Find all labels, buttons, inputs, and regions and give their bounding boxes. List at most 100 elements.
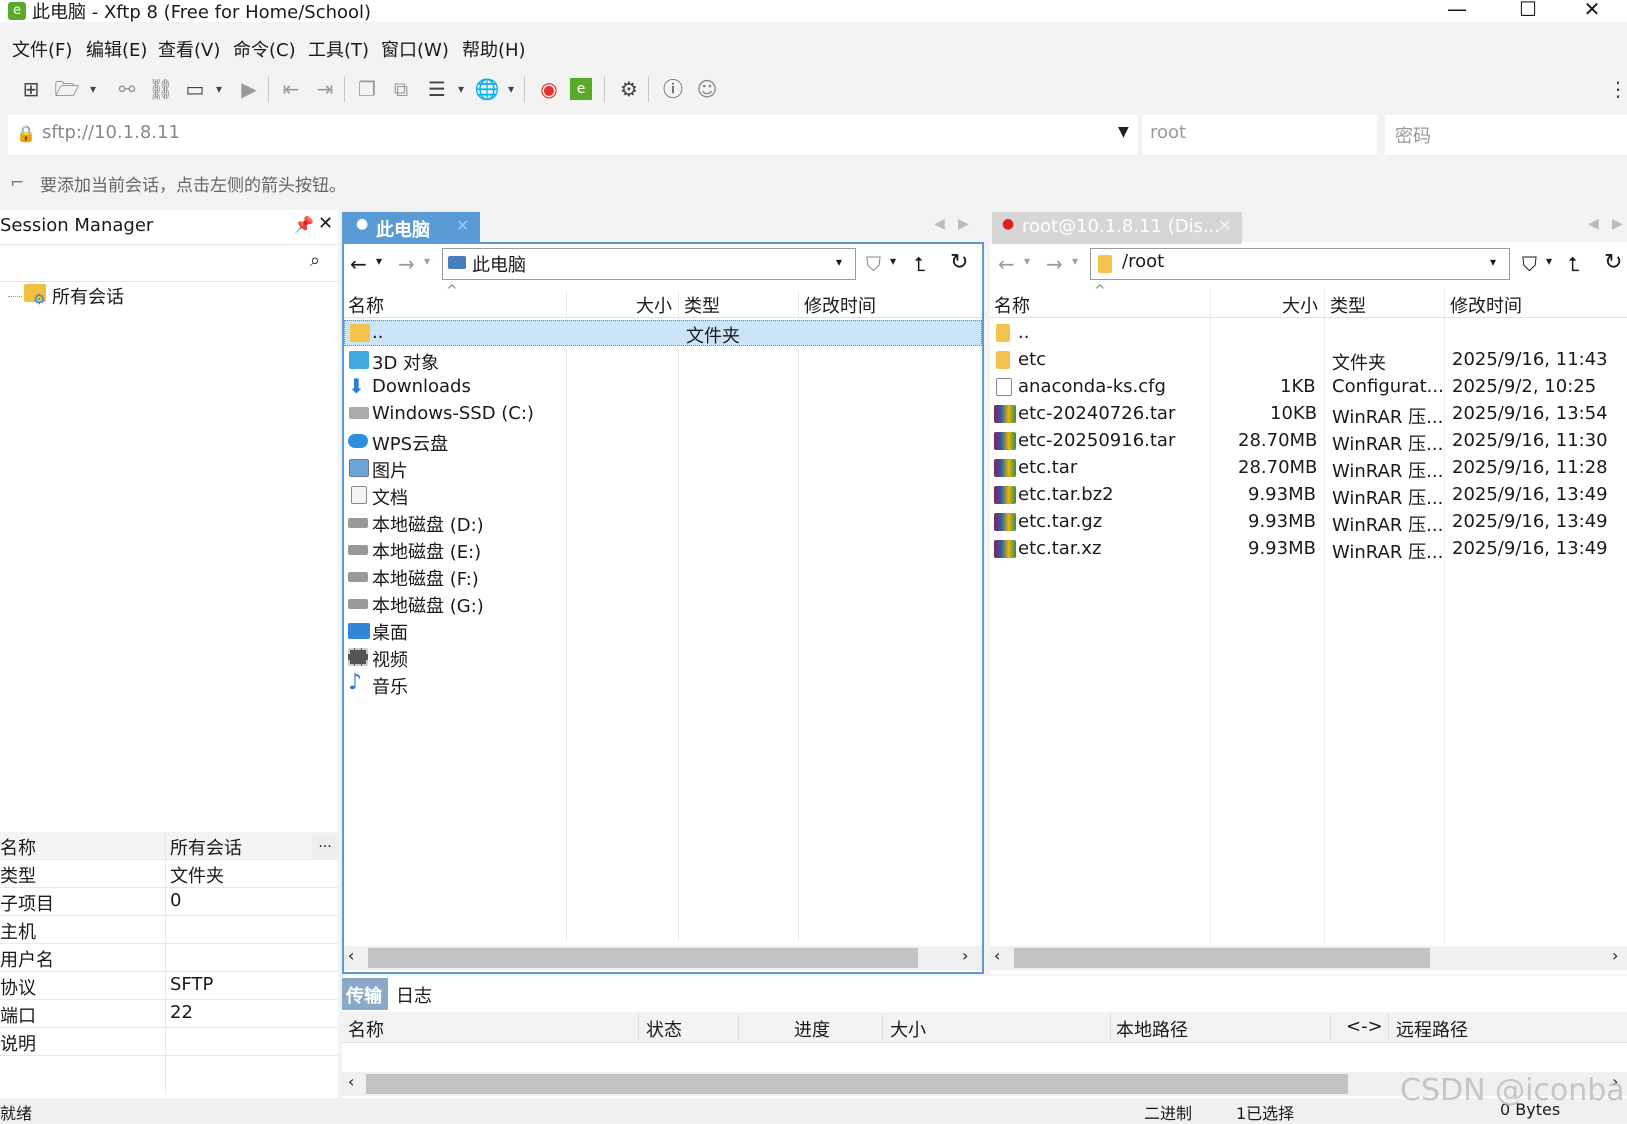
scrollbar-thumb[interactable] xyxy=(366,1074,1348,1094)
list-item[interactable]: 本地磁盘 (E:) xyxy=(372,538,481,564)
menu-edit[interactable]: 编辑(E) xyxy=(86,36,147,62)
table-row-selected[interactable] xyxy=(344,320,982,346)
column-name[interactable]: 名称 xyxy=(348,292,384,318)
play-icon[interactable]: ▶ xyxy=(236,76,262,102)
column-size[interactable]: 大小 xyxy=(1282,292,1318,318)
menu-window[interactable]: 窗口(W) xyxy=(381,36,449,62)
chevron-down-icon[interactable]: ▾ xyxy=(498,76,524,102)
chevron-down-icon[interactable]: ▾ xyxy=(1024,254,1030,268)
menu-tools[interactable]: 工具(T) xyxy=(308,36,369,62)
close-tab-icon[interactable]: ✕ xyxy=(1218,216,1231,235)
list-item[interactable]: Windows-SSD (C:) xyxy=(372,403,534,424)
help-icon[interactable]: ⓘ xyxy=(660,76,686,102)
new-folder-icon[interactable]: ⧉ xyxy=(388,76,414,102)
transfer-column-direction[interactable]: <-> xyxy=(1346,1016,1383,1037)
transfer-column-remote-path[interactable]: 远程路径 xyxy=(1396,1016,1468,1042)
chevron-down-icon[interactable]: ▾ xyxy=(80,76,106,102)
scroll-left-icon[interactable]: ‹ xyxy=(348,1072,354,1091)
copy-icon[interactable]: ❐ xyxy=(354,76,380,102)
menu-command[interactable]: 命令(C) xyxy=(233,36,296,62)
close-icon[interactable]: ✕ xyxy=(318,213,333,234)
chevron-down-icon[interactable]: ▾ xyxy=(424,254,430,268)
transfer-column-size[interactable]: 大小 xyxy=(890,1016,926,1042)
column-mtime[interactable]: 修改时间 xyxy=(1450,292,1522,318)
column-name[interactable]: 名称 xyxy=(994,292,1030,318)
session-search-input[interactable] xyxy=(0,244,338,282)
transfer-column-status[interactable]: 状态 xyxy=(646,1016,682,1042)
xftp-icon[interactable]: e xyxy=(570,78,592,100)
menu-view[interactable]: 查看(V) xyxy=(158,36,220,62)
link-icon[interactable]: ⛓ xyxy=(148,76,174,102)
forward-icon[interactable]: → xyxy=(398,252,415,276)
open-session-icon[interactable]: 🗁 xyxy=(54,76,80,102)
bookmark-icon[interactable]: ⛉ xyxy=(1522,252,1537,276)
parent-folder-icon[interactable]: ⮤ xyxy=(914,252,926,276)
refresh-icon[interactable]: ↻ xyxy=(950,250,968,275)
list-item[interactable]: 视频 xyxy=(372,646,408,672)
bookmark-icon[interactable]: ⛉ xyxy=(866,252,881,276)
tab-scroll-right-icon[interactable]: ▶ xyxy=(1612,216,1623,232)
chat-icon[interactable]: ☺ xyxy=(694,76,720,102)
new-window-icon[interactable]: ▭ xyxy=(182,76,208,102)
chevron-down-icon[interactable]: ▼ xyxy=(1118,124,1129,140)
chevron-down-icon[interactable]: ▾ xyxy=(836,255,842,269)
chevron-down-icon[interactable]: ▾ xyxy=(1546,254,1552,268)
file-name[interactable]: etc-20240726.tar xyxy=(1018,403,1175,424)
list-item[interactable]: 桌面 xyxy=(372,619,408,645)
list-item[interactable]: 本地磁盘 (D:) xyxy=(372,511,484,537)
back-icon[interactable]: ← xyxy=(998,252,1015,276)
list-item[interactable]: 本地磁盘 (F:) xyxy=(372,565,479,591)
list-view-icon[interactable]: ☰ xyxy=(424,76,450,102)
scrollbar-thumb[interactable] xyxy=(1014,948,1430,968)
list-item[interactable]: 图片 xyxy=(372,457,408,483)
more-button[interactable]: ... xyxy=(312,835,338,860)
globe-icon[interactable]: 🌐 xyxy=(474,76,500,102)
more-options-icon[interactable]: ⋮ xyxy=(1605,76,1627,102)
maximize-button[interactable]: ☐ xyxy=(1508,0,1548,22)
file-name[interactable]: anaconda-ks.cfg xyxy=(1018,376,1166,397)
close-tab-icon[interactable]: ✕ xyxy=(456,216,469,235)
scroll-left-icon[interactable]: ‹ xyxy=(348,946,354,965)
file-name[interactable]: etc.tar.gz xyxy=(1018,511,1102,532)
file-name[interactable]: etc xyxy=(1018,349,1046,370)
disconnect-icon[interactable]: ⚯ xyxy=(114,76,140,102)
forward-icon[interactable]: → xyxy=(1046,252,1063,276)
back-icon[interactable]: ← xyxy=(350,252,367,276)
file-name[interactable]: etc.tar.xz xyxy=(1018,538,1101,559)
list-item[interactable]: 3D 对象 xyxy=(372,349,439,375)
list-item[interactable]: Downloads xyxy=(372,376,471,397)
refresh-icon[interactable]: ↻ xyxy=(1604,250,1622,275)
chevron-down-icon[interactable]: ▾ xyxy=(206,76,232,102)
scroll-right-icon[interactable]: › xyxy=(1612,946,1618,965)
transfer-column-local-path[interactable]: 本地路径 xyxy=(1116,1016,1188,1042)
transfer-left-icon[interactable]: ⇤ xyxy=(278,76,304,102)
column-type[interactable]: 类型 xyxy=(684,292,720,318)
file-name[interactable]: .. xyxy=(1018,322,1029,343)
file-name[interactable]: etc.tar.bz2 xyxy=(1018,484,1114,505)
tab-scroll-left-icon[interactable]: ◀ xyxy=(934,216,945,232)
chevron-down-icon[interactable]: ▾ xyxy=(376,254,382,268)
scroll-left-icon[interactable]: ‹ xyxy=(994,946,1000,965)
gear-icon[interactable]: ⚙ xyxy=(616,76,642,102)
list-item[interactable]: 音乐 xyxy=(372,673,408,699)
menu-help[interactable]: 帮助(H) xyxy=(462,36,526,62)
parent-folder-icon[interactable]: ⮤ xyxy=(1568,252,1580,276)
column-mtime[interactable]: 修改时间 xyxy=(804,292,876,318)
xshell-icon[interactable]: ◉ xyxy=(536,76,562,102)
transfer-column-name[interactable]: 名称 xyxy=(348,1016,384,1042)
column-size[interactable]: 大小 xyxy=(636,292,672,318)
address-input[interactable]: sftp://10.1.8.11 xyxy=(42,122,180,143)
column-type[interactable]: 类型 xyxy=(1330,292,1366,318)
tab-log[interactable]: 日志 xyxy=(396,982,432,1008)
scroll-right-icon[interactable]: › xyxy=(962,946,968,965)
minimize-button[interactable]: — xyxy=(1437,0,1477,22)
file-name[interactable]: etc.tar xyxy=(1018,457,1077,478)
pin-icon[interactable]: 📌 xyxy=(294,215,314,234)
list-item[interactable]: 文档 xyxy=(372,484,408,510)
chevron-down-icon[interactable]: ▾ xyxy=(890,254,896,268)
list-item[interactable]: WPS云盘 xyxy=(372,430,448,456)
transfer-right-icon[interactable]: ⇥ xyxy=(312,76,338,102)
chevron-down-icon[interactable]: ▾ xyxy=(448,76,474,102)
tab-scroll-left-icon[interactable]: ◀ xyxy=(1588,216,1599,232)
add-session-arrow-icon[interactable]: ⌐ xyxy=(10,173,24,193)
